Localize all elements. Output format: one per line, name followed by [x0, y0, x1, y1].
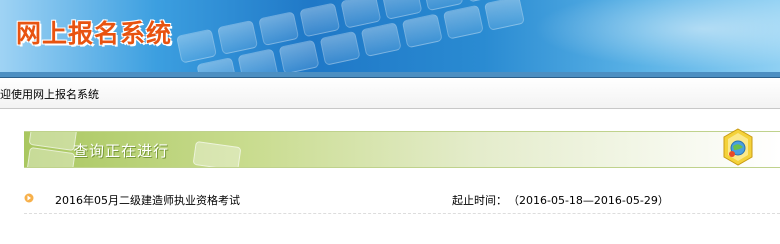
- page-title: 网上报名系统: [16, 19, 173, 48]
- row-divider: [24, 213, 780, 214]
- welcome-bar: 迎使用网上报名系统: [0, 78, 780, 109]
- keyboard-graphic: [165, 0, 536, 72]
- header-banner: 网上报名系统: [0, 0, 780, 72]
- section-title: 查询正在进行: [73, 142, 170, 160]
- welcome-message: 迎使用网上报名系统: [0, 88, 99, 101]
- section-header: 查询正在进行: [24, 131, 780, 168]
- arrow-bullet-icon: [24, 193, 34, 203]
- exam-list-item: 2016年05月二级建造师执业资格考试 起止时间： （2016-05-18—20…: [24, 190, 704, 210]
- exam-link[interactable]: 2016年05月二级建造师执业资格考试: [55, 192, 240, 208]
- time-label: 起止时间：: [452, 194, 507, 207]
- diamond-globe-icon: [723, 128, 753, 166]
- time-range: （2016-05-18—2016-05-29）: [508, 194, 669, 207]
